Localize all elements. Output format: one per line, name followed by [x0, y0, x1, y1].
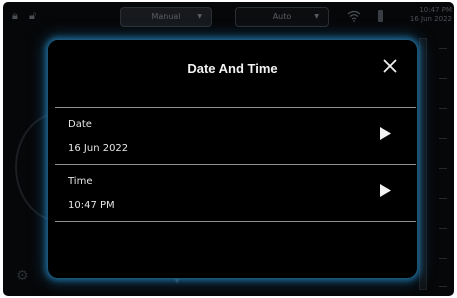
time-row[interactable]: Time 10:47 PM	[48, 165, 419, 221]
background-level-bar	[419, 38, 427, 290]
date-label: Date	[68, 119, 92, 130]
device-screen: 🔒︎ 🔓︎ Manual ▼ Auto ▼ 10:47 PM 16 Jun 20…	[3, 2, 454, 296]
close-icon[interactable]	[383, 59, 397, 73]
time-value: 10:47 PM	[68, 200, 115, 211]
divider	[55, 221, 416, 222]
play-arrow-icon[interactable]	[380, 184, 391, 197]
wifi-icon	[347, 10, 361, 22]
chevron-down-icon: ▼	[197, 13, 202, 20]
mode-select-auto-label: Auto	[272, 12, 292, 21]
mode-select-auto[interactable]: Auto ▼	[235, 7, 329, 27]
date-value: 16 Jun 2022	[68, 143, 129, 154]
mode-select-manual-label: Manual	[151, 12, 181, 21]
time-label: Time	[68, 176, 93, 187]
chevron-down-icon: ▼	[314, 13, 319, 20]
mode-select-manual[interactable]: Manual ▼	[120, 7, 212, 27]
background-scale	[429, 38, 447, 288]
gear-icon: ⚙	[16, 268, 29, 284]
play-arrow-icon[interactable]	[380, 127, 391, 140]
date-row[interactable]: Date 16 Jun 2022	[48, 108, 419, 164]
clock: 10:47 PM 16 Jun 2022	[406, 6, 452, 24]
unlock-icon: 🔓︎	[29, 9, 37, 22]
clock-time: 10:47 PM	[419, 6, 452, 14]
lock-icon: 🔒︎	[12, 9, 18, 22]
dialog-title: Date And Time	[187, 61, 278, 76]
top-bar: 🔒︎ 🔓︎ Manual ▼ Auto ▼ 10:47 PM 16 Jun 20…	[3, 2, 454, 30]
clock-date: 16 Jun 2022	[409, 15, 452, 23]
battery-icon	[378, 10, 383, 22]
date-time-dialog: Date And Time Date 16 Jun 2022 Time 10:4…	[47, 39, 418, 279]
